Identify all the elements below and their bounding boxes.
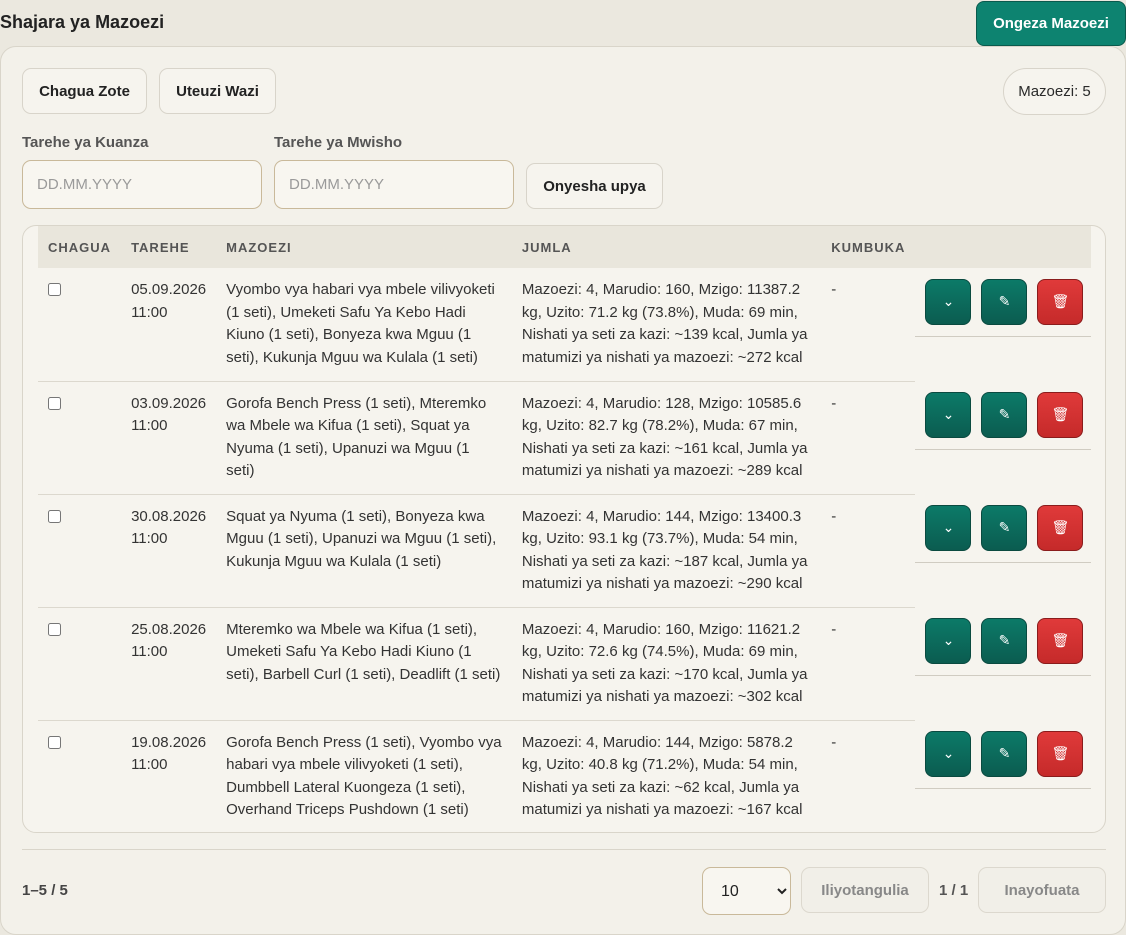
refresh-button[interactable]: Onyesha upya [526,163,663,209]
row-workouts: Gorofa Bench Press (1 seti), Mteremko wa… [216,381,512,495]
delete-row-button[interactable]: 🗑 [1037,392,1084,438]
expand-row-button[interactable]: ⌄ [925,618,972,664]
row-workouts: Squat ya Nyuma (1 seti), Bonyeza kwa Mgu… [216,494,512,608]
pencil-icon: ✎ [998,633,1011,649]
row-workouts: Gorofa Bench Press (1 seti), Vyombo vya … [226,733,502,819]
edit-row-button[interactable]: ✎ [981,505,1028,551]
edit-row-button[interactable]: ✎ [981,392,1028,438]
delete-row-button[interactable]: 🗑 [1037,731,1084,777]
row-note: - [831,733,837,751]
pencil-icon: ✎ [998,407,1011,423]
column-header-select: CHAGUA [48,239,112,255]
row-actions: ⌄ ✎ 🗑 [915,607,1091,720]
start-date-label: Tarehe ya Kuanza [22,134,149,151]
row-workouts: Vyombo vya habari vya mbele vilivyoketi … [216,268,512,382]
row-select-checkbox[interactable] [48,509,61,523]
pencil-icon: ✎ [998,520,1011,536]
row-select-cell [38,607,122,721]
prev-page-button[interactable]: Iliyotangulia [801,867,929,913]
end-date-label: Tarehe ya Mwisho [274,134,403,151]
end-date-input[interactable] [274,160,514,209]
row-actions: ⌄ ✎ 🗑 [915,720,1091,832]
row-date: 30.08.2026 11:00 [121,494,217,608]
chevron-down-icon: ⌄ [942,746,955,762]
row-summary: Mazoezi: 4, Marudio: 128, Mzigo: 10585.6… [511,381,822,495]
column-header-note: KUMBUKA [831,239,906,255]
workout-log-card: Chagua Zote Uteuzi Wazi Mazoezi: 5 Tareh… [0,46,1126,935]
clear-selection-button[interactable]: Uteuzi Wazi [159,68,276,114]
row-select-cell [38,494,122,608]
row-select-checkbox[interactable] [48,622,61,636]
trash-icon: 🗑 [1051,294,1070,310]
delete-row-button[interactable]: 🗑 [1037,279,1084,325]
table-row: 19.08.2026 11:00 Gorofa Bench Press (1 s… [38,720,1091,832]
chevron-down-icon: ⌄ [942,520,955,536]
trash-icon: 🗑 [1051,746,1070,762]
edit-row-button[interactable]: ✎ [981,618,1028,664]
column-header-workouts: MAZOEZI [226,239,292,255]
trash-icon: 🗑 [1051,520,1070,536]
delete-row-button[interactable]: 🗑 [1037,505,1084,551]
row-select-cell [38,720,121,832]
expand-row-button[interactable]: ⌄ [925,505,972,551]
row-note: - [821,607,916,721]
row-workouts: Mteremko wa Mbele wa Kifua (1 seti), Ume… [216,607,512,721]
table-row: 30.08.2026 11:00 Squat ya Nyuma (1 seti)… [38,494,1091,608]
row-date: 03.09.2026 11:00 [121,381,217,495]
edit-row-button[interactable]: ✎ [981,279,1028,325]
row-select-cell [38,381,122,495]
row-date: 19.08.2026 11:00 [131,733,207,774]
trash-icon: 🗑 [1051,407,1070,423]
row-date: 25.08.2026 11:00 [121,607,217,721]
add-workout-button[interactable]: Ongeza Mazoezi [976,1,1126,46]
row-summary: Mazoezi: 4, Marudio: 144, Mzigo: 5878.2 … [521,733,803,819]
workout-count-badge: Mazoezi: 5 [1003,68,1106,115]
row-note: - [821,381,916,495]
row-summary: Mazoezi: 4, Marudio: 160, Mzigo: 11621.2… [511,607,822,721]
pagination-range: 1–5 / 5 [22,882,68,899]
column-header-summary: JUMLA [521,239,572,255]
table-row: 05.09.2026 11:00 Vyombo vya habari vya m… [38,268,1091,382]
row-actions: ⌄ ✎ 🗑 [915,494,1091,607]
row-note: - [821,268,916,382]
expand-row-button[interactable]: ⌄ [925,731,972,777]
page-size-select[interactable]: 102550 [702,867,791,915]
row-actions: ⌄ ✎ 🗑 [915,268,1091,381]
footer-divider [22,849,1106,850]
delete-row-button[interactable]: 🗑 [1037,618,1084,664]
row-note: - [821,494,916,608]
pencil-icon: ✎ [998,294,1011,310]
expand-row-button[interactable]: ⌄ [925,392,972,438]
pencil-icon: ✎ [998,746,1011,762]
table-row: 25.08.2026 11:00 Mteremko wa Mbele wa Ki… [38,607,1091,721]
chevron-down-icon: ⌄ [942,294,955,310]
column-header-actions [915,226,1091,268]
table-row: 03.09.2026 11:00 Gorofa Bench Press (1 s… [38,381,1091,495]
row-select-checkbox[interactable] [48,396,61,410]
trash-icon: 🗑 [1051,633,1070,649]
row-summary: Mazoezi: 4, Marudio: 160, Mzigo: 11387.2… [511,268,822,382]
row-select-cell [38,268,122,382]
column-header-date: TAREHE [131,239,190,255]
page-indicator: 1 / 1 [939,882,969,899]
page-title: Shajara ya Mazoezi [0,12,165,32]
row-actions: ⌄ ✎ 🗑 [915,381,1091,494]
chevron-down-icon: ⌄ [942,407,955,423]
row-summary: Mazoezi: 4, Marudio: 144, Mzigo: 13400.3… [511,494,822,608]
row-select-checkbox[interactable] [48,735,61,749]
workouts-table: CHAGUA TAREHE MAZOEZI JUMLA KUMBUKA 05.0… [22,225,1106,833]
expand-row-button[interactable]: ⌄ [925,279,972,325]
select-all-button[interactable]: Chagua Zote [22,68,147,114]
row-select-checkbox[interactable] [48,283,61,296]
row-date: 05.09.2026 11:00 [121,268,217,382]
next-page-button[interactable]: Inayofuata [978,867,1106,913]
edit-row-button[interactable]: ✎ [981,731,1028,777]
start-date-input[interactable] [22,160,262,209]
chevron-down-icon: ⌄ [942,633,955,649]
table-header-row: CHAGUA TAREHE MAZOEZI JUMLA KUMBUKA [38,226,1091,268]
